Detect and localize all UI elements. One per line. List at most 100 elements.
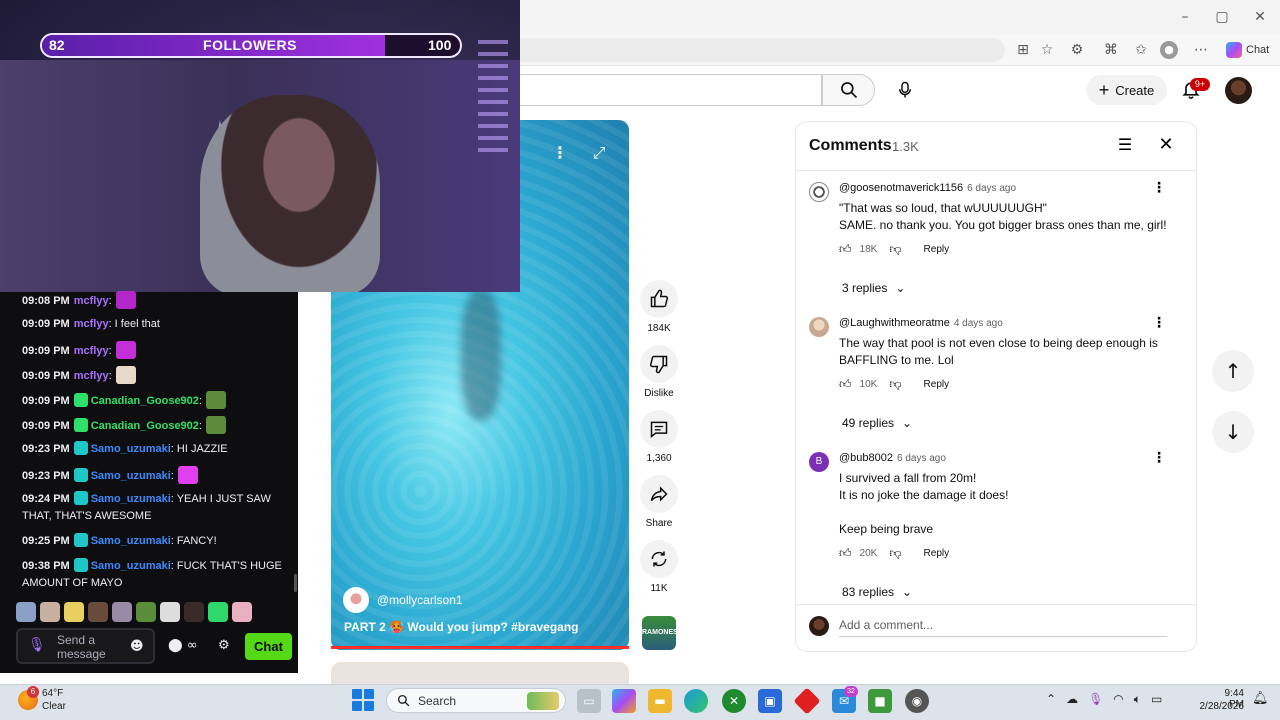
chat-username[interactable]: mcflyy (74, 345, 109, 357)
comment-dislike-icon[interactable]: 👎︎ (889, 242, 901, 257)
emote-icon[interactable] (16, 602, 36, 622)
remix-button[interactable] (640, 540, 678, 578)
comment-avatar[interactable] (809, 182, 829, 202)
chat-username[interactable]: Samo_uzumaki (91, 560, 171, 572)
voice-search-button[interactable] (887, 74, 923, 106)
video-progress-bar[interactable] (331, 646, 629, 649)
address-bar[interactable] (520, 38, 1005, 62)
video-channel-row[interactable]: @mollycarlson1 (343, 587, 623, 613)
chat-emote[interactable] (205, 391, 226, 409)
weather-condition[interactable]: Clear (42, 701, 66, 712)
next-short-button[interactable]: ↓ (1212, 411, 1254, 453)
emote-icon[interactable] (64, 602, 84, 622)
chat-emote[interactable] (177, 466, 198, 484)
comment-more-icon[interactable]: ⋮ (1152, 450, 1166, 466)
clock-date[interactable]: 2/28/2026 (1196, 701, 1245, 712)
channel-handle[interactable]: @mollycarlson1 (377, 593, 463, 607)
xbox-icon[interactable]: ✕ (722, 689, 746, 713)
comment-handle[interactable]: @Laughwithmeoratme (839, 317, 950, 329)
apps-icon[interactable]: ⊞ (1013, 40, 1033, 60)
comments-button[interactable] (640, 410, 678, 448)
chat-badge-icon[interactable] (73, 468, 88, 482)
comment-handle[interactable]: @bub8002 (839, 452, 893, 464)
comment-reply-button[interactable]: Reply (924, 244, 950, 255)
like-button[interactable] (640, 280, 678, 318)
copilot-app-icon[interactable] (612, 689, 636, 713)
chat-username[interactable]: Samo_uzumaki (91, 493, 171, 505)
notification-center-icon[interactable]: 🔔︎ (1252, 691, 1269, 706)
chat-badge-icon[interactable] (73, 441, 88, 455)
chat-username[interactable]: mcflyy (74, 370, 109, 382)
comment-more-icon[interactable]: ⋮ (1152, 315, 1166, 331)
comment-avatar[interactable] (809, 317, 829, 337)
favorite-star-icon[interactable]: ☆ (1037, 40, 1057, 60)
file-explorer-icon[interactable]: ▬ (648, 689, 672, 713)
emote-icon[interactable] (40, 602, 60, 622)
comment-like-icon[interactable]: 👍︎ (839, 546, 852, 561)
maximize-icon[interactable]: ▢ (1213, 8, 1231, 26)
emote-icon[interactable] (232, 602, 252, 622)
chat-scrollbar[interactable] (294, 574, 297, 592)
previous-short-button[interactable]: ↑ (1212, 350, 1254, 392)
browser-essentials-icon[interactable]: ⌘ (1101, 40, 1121, 60)
minecraft-icon[interactable]: ■ (868, 689, 892, 713)
view-replies-button[interactable]: 3 replies ⌄ (842, 281, 905, 295)
emote-icon[interactable] (112, 602, 132, 622)
view-replies-button[interactable]: 49 replies ⌄ (842, 416, 912, 430)
chat-username[interactable]: mcflyy (74, 295, 109, 307)
chat-badge-icon[interactable] (73, 533, 88, 547)
video-title[interactable]: PART 2 🥵 Would you jump? #bravegang (344, 620, 624, 634)
profile-icon[interactable]: ● (1160, 41, 1178, 59)
voice-chat-icon[interactable]: 🎙︎ (28, 637, 46, 655)
comment-avatar[interactable]: B (809, 452, 829, 472)
chat-badge-icon[interactable] (73, 393, 88, 407)
emote-icon[interactable] (208, 602, 228, 622)
add-comment-input[interactable]: Add a comment... (839, 618, 1167, 637)
dislike-button[interactable] (640, 345, 678, 383)
start-button[interactable] (352, 689, 374, 711)
comment-more-icon[interactable]: ⋮ (1152, 180, 1166, 196)
emote-icon[interactable] (160, 602, 180, 622)
volume-icon[interactable]: 🔈︎ (1134, 692, 1141, 707)
battery-icon[interactable]: ▭ (1151, 692, 1162, 707)
emote-icon[interactable] (136, 602, 156, 622)
steam-icon[interactable]: ◉ (905, 689, 929, 713)
chat-username[interactable]: Samo_uzumaki (91, 443, 171, 455)
share-button[interactable] (640, 475, 678, 513)
next-video-preview[interactable] (331, 662, 629, 686)
comment-dislike-icon[interactable]: 👎︎ (889, 377, 901, 392)
youtube-search-input[interactable] (520, 74, 822, 106)
video-more-icon[interactable]: ⋮ (550, 143, 570, 163)
comment-dislike-icon[interactable]: 👎︎ (889, 546, 901, 561)
favorites-icon[interactable]: ✩ (1131, 40, 1151, 60)
create-button[interactable]: + Create (1086, 75, 1167, 105)
chat-emote[interactable] (115, 341, 136, 359)
emote-icon[interactable] (184, 602, 204, 622)
channel-avatar[interactable] (343, 587, 369, 613)
youtube-search-button[interactable] (822, 74, 875, 106)
chat-badge-icon[interactable] (73, 491, 88, 505)
chat-input-placeholder[interactable]: Send a message (57, 633, 127, 661)
fullscreen-icon[interactable]: ⤢ (588, 143, 610, 163)
microphone-icon[interactable]: 🎙︎ (1088, 692, 1103, 707)
comment-reply-button[interactable]: Reply (924, 548, 950, 559)
sound-thumbnail[interactable]: RAMONES (642, 616, 676, 650)
chat-send-button[interactable]: Chat (245, 633, 292, 660)
chat-username[interactable]: mcflyy (74, 318, 109, 330)
chat-emote[interactable] (115, 366, 136, 384)
edge-browser-icon[interactable] (684, 689, 708, 713)
chat-username[interactable]: Canadian_Goose902 (91, 395, 199, 407)
chat-emote[interactable] (115, 291, 136, 309)
minimize-icon[interactable]: – (1176, 8, 1194, 26)
taskbar-search[interactable]: Search (386, 688, 566, 713)
sort-comments-icon[interactable]: ☰ (1114, 135, 1136, 155)
emote-picker-icon[interactable]: ☻ (130, 639, 144, 654)
weather-temperature[interactable]: 64°F (42, 688, 63, 699)
account-avatar[interactable] (1225, 77, 1252, 104)
chat-badge-icon[interactable] (73, 558, 88, 572)
copilot-chat-button[interactable]: Chat (1220, 38, 1275, 62)
onedrive-icon[interactable]: ☁ (1066, 692, 1078, 707)
chat-username[interactable]: Samo_uzumaki (91, 535, 171, 547)
close-comments-icon[interactable]: ✕ (1155, 134, 1177, 156)
comment-handle[interactable]: @goosenotmaverick1156 (839, 182, 963, 194)
